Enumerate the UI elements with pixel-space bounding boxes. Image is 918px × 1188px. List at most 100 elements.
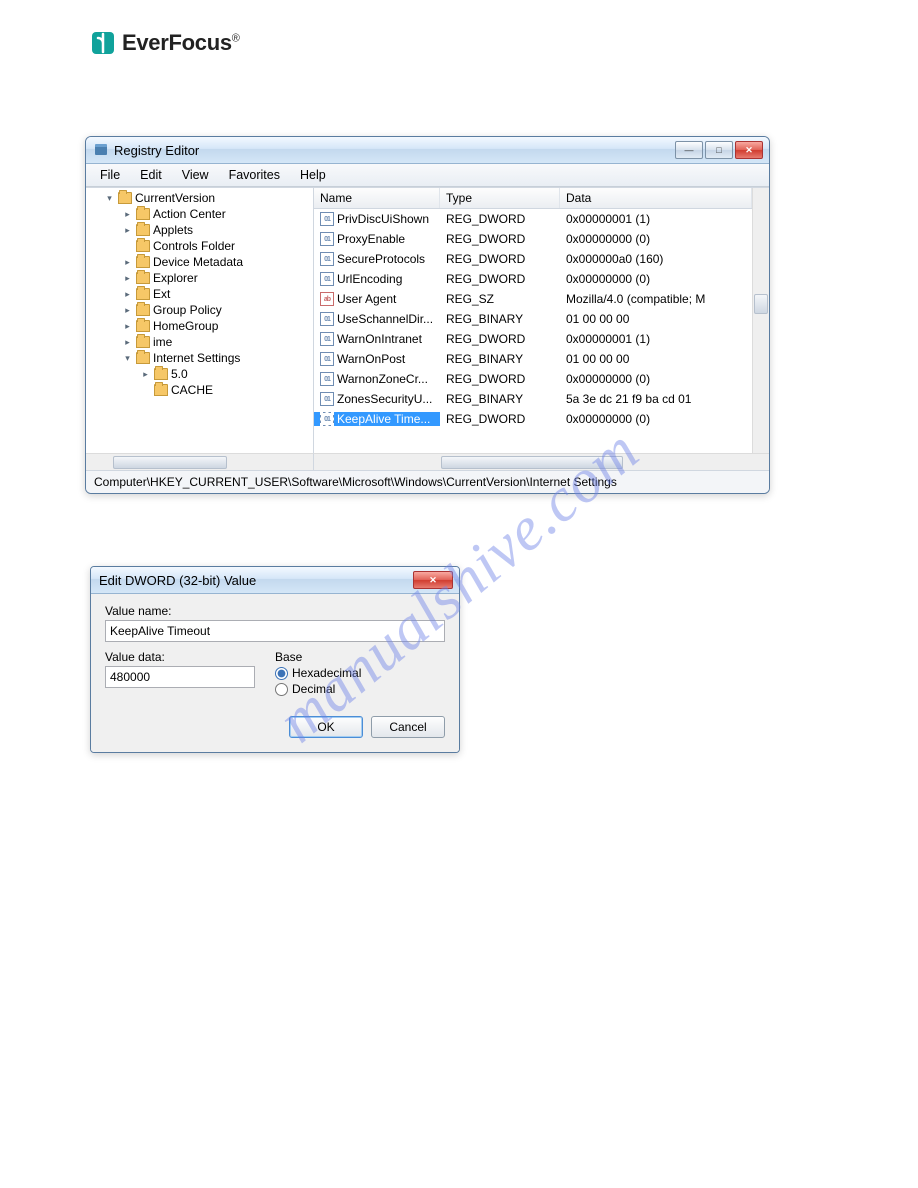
tree-pane: ▾CurrentVersion▸Action Center▸AppletsCon… — [86, 188, 314, 453]
tree-row[interactable]: ▸ Applets — [86, 222, 313, 238]
tree-row[interactable]: ▸ime — [86, 334, 313, 350]
folder-icon — [136, 224, 150, 236]
value-data: 5a 3e dc 21 f9 ba cd 01 — [560, 392, 752, 406]
list-hscroll[interactable] — [314, 453, 769, 470]
table-row[interactable]: 01WarnOnIntranetREG_DWORD0x00000001 (1) — [314, 329, 752, 349]
hscroll-row — [86, 453, 769, 470]
value-name: WarnOnIntranet — [337, 332, 422, 346]
tree-label: Group Policy — [153, 303, 222, 317]
tree-label: 5.0 — [171, 367, 188, 381]
expand-icon[interactable]: ▸ — [140, 369, 151, 380]
tree-hscroll[interactable] — [86, 453, 314, 470]
close-button[interactable]: ✕ — [735, 141, 763, 159]
expand-icon[interactable]: ▸ — [122, 305, 133, 316]
expand-icon[interactable]: ▸ — [122, 321, 133, 332]
folder-icon — [136, 240, 150, 252]
tree-row[interactable]: ▾ CurrentVersion — [86, 190, 313, 206]
list-pane: Name Type Data 01PrivDiscUiShownREG_DWOR… — [314, 188, 769, 453]
tree-row[interactable]: Controls Folder — [86, 238, 313, 254]
table-row[interactable]: 01UrlEncodingREG_DWORD0x00000000 (0) — [314, 269, 752, 289]
tree-label: Applets — [153, 223, 193, 237]
base-label: Base — [275, 650, 302, 664]
expand-icon[interactable]: ▸ — [122, 225, 133, 236]
folder-icon — [118, 192, 132, 204]
collapse-icon[interactable]: ▾ — [122, 353, 133, 364]
tree-label: HomeGroup — [153, 319, 218, 333]
tree-row[interactable]: ▸ Group Policy — [86, 302, 313, 318]
menu-help[interactable]: Help — [292, 166, 334, 184]
hex-radio[interactable] — [275, 667, 288, 680]
value-name-field[interactable] — [105, 620, 445, 642]
col-name[interactable]: Name — [314, 188, 440, 208]
table-row[interactable]: 01ProxyEnableREG_DWORD0x00000000 (0) — [314, 229, 752, 249]
tree-row[interactable]: ▸ 5.0 — [86, 366, 313, 382]
col-data[interactable]: Data — [560, 188, 752, 208]
cancel-button[interactable]: Cancel — [371, 716, 445, 738]
expand-icon[interactable]: ▸ — [122, 273, 133, 284]
tree-label: CurrentVersion — [135, 191, 215, 205]
logo-icon — [90, 30, 116, 56]
menu-favorites[interactable]: Favorites — [221, 166, 288, 184]
table-row[interactable]: 01SecureProtocolsREG_DWORD0x000000a0 (16… — [314, 249, 752, 269]
value-data: 01 00 00 00 — [560, 312, 752, 326]
value-type: REG_DWORD — [440, 272, 560, 286]
expand-icon[interactable]: ▸ — [122, 257, 133, 268]
tree-row[interactable]: ▸Action Center — [86, 206, 313, 222]
value-name: WarnOnPost — [337, 352, 405, 366]
reg-binary-icon: 01 — [320, 232, 334, 246]
logo-text: EverFocus® — [122, 30, 240, 56]
value-type: REG_DWORD — [440, 252, 560, 266]
expand-icon[interactable]: ▸ — [122, 337, 133, 348]
dialog-close-button[interactable]: ✕ — [413, 571, 453, 589]
registry-editor-window: Registry Editor — □ ✕ File Edit View Fav… — [85, 136, 770, 494]
minimize-button[interactable]: — — [675, 141, 703, 159]
expand-icon[interactable]: ▸ — [122, 209, 133, 220]
table-row[interactable]: 01ZonesSecurityU...REG_BINARY5a 3e dc 21… — [314, 389, 752, 409]
menu-edit[interactable]: Edit — [132, 166, 170, 184]
value-name: UseSchannelDir... — [337, 312, 433, 326]
vertical-scrollbar[interactable] — [752, 188, 769, 453]
dec-radio[interactable] — [275, 683, 288, 696]
value-type: REG_DWORD — [440, 412, 560, 426]
tree-row[interactable]: CACHE — [86, 382, 313, 398]
expand-icon[interactable]: ▸ — [122, 289, 133, 300]
maximize-button[interactable]: □ — [705, 141, 733, 159]
value-data: 0x00000001 (1) — [560, 332, 752, 346]
app-icon — [94, 143, 108, 157]
value-name: User Agent — [337, 292, 396, 306]
table-row[interactable]: 01PrivDiscUiShownREG_DWORD0x00000001 (1) — [314, 209, 752, 229]
ok-button[interactable]: OK — [289, 716, 363, 738]
table-row[interactable]: 01KeepAlive Time...REG_DWORD0x00000000 (… — [314, 409, 752, 429]
value-data: Mozilla/4.0 (compatible; M — [560, 292, 752, 306]
table-row[interactable]: 01WarnonZoneCr...REG_DWORD0x00000000 (0) — [314, 369, 752, 389]
folder-icon — [136, 256, 150, 268]
value-data: 0x00000000 (0) — [560, 372, 752, 386]
col-type[interactable]: Type — [440, 188, 560, 208]
table-row[interactable]: 01WarnOnPostREG_BINARY01 00 00 00 — [314, 349, 752, 369]
tree-row[interactable]: ▸Explorer — [86, 270, 313, 286]
tree-label: Ext — [153, 287, 170, 301]
table-row[interactable]: 01UseSchannelDir...REG_BINARY01 00 00 00 — [314, 309, 752, 329]
list-header: Name Type Data — [314, 188, 752, 209]
value-data: 01 00 00 00 — [560, 352, 752, 366]
value-name: KeepAlive Time... — [337, 412, 430, 426]
tree-row[interactable]: ▸ Device Metadata — [86, 254, 313, 270]
value-data: 0x00000001 (1) — [560, 212, 752, 226]
table-row[interactable]: abUser AgentREG_SZMozilla/4.0 (compatibl… — [314, 289, 752, 309]
reg-binary-icon: 01 — [320, 352, 334, 366]
value-data-field[interactable] — [105, 666, 255, 688]
value-type: REG_DWORD — [440, 232, 560, 246]
tree-label: Controls Folder — [153, 239, 235, 253]
menu-view[interactable]: View — [174, 166, 217, 184]
reg-binary-icon: 01 — [320, 372, 334, 386]
menu-file[interactable]: File — [92, 166, 128, 184]
tree-row[interactable]: ▸ HomeGroup — [86, 318, 313, 334]
collapse-icon[interactable]: ▾ — [104, 193, 115, 204]
value-type: REG_SZ — [440, 292, 560, 306]
tree-label: Device Metadata — [153, 255, 243, 269]
tree-label: Internet Settings — [153, 351, 240, 365]
value-type: REG_BINARY — [440, 392, 560, 406]
tree-row[interactable]: ▸ Ext — [86, 286, 313, 302]
value-data-label: Value data: — [105, 650, 165, 664]
tree-row[interactable]: ▾ Internet Settings — [86, 350, 313, 366]
